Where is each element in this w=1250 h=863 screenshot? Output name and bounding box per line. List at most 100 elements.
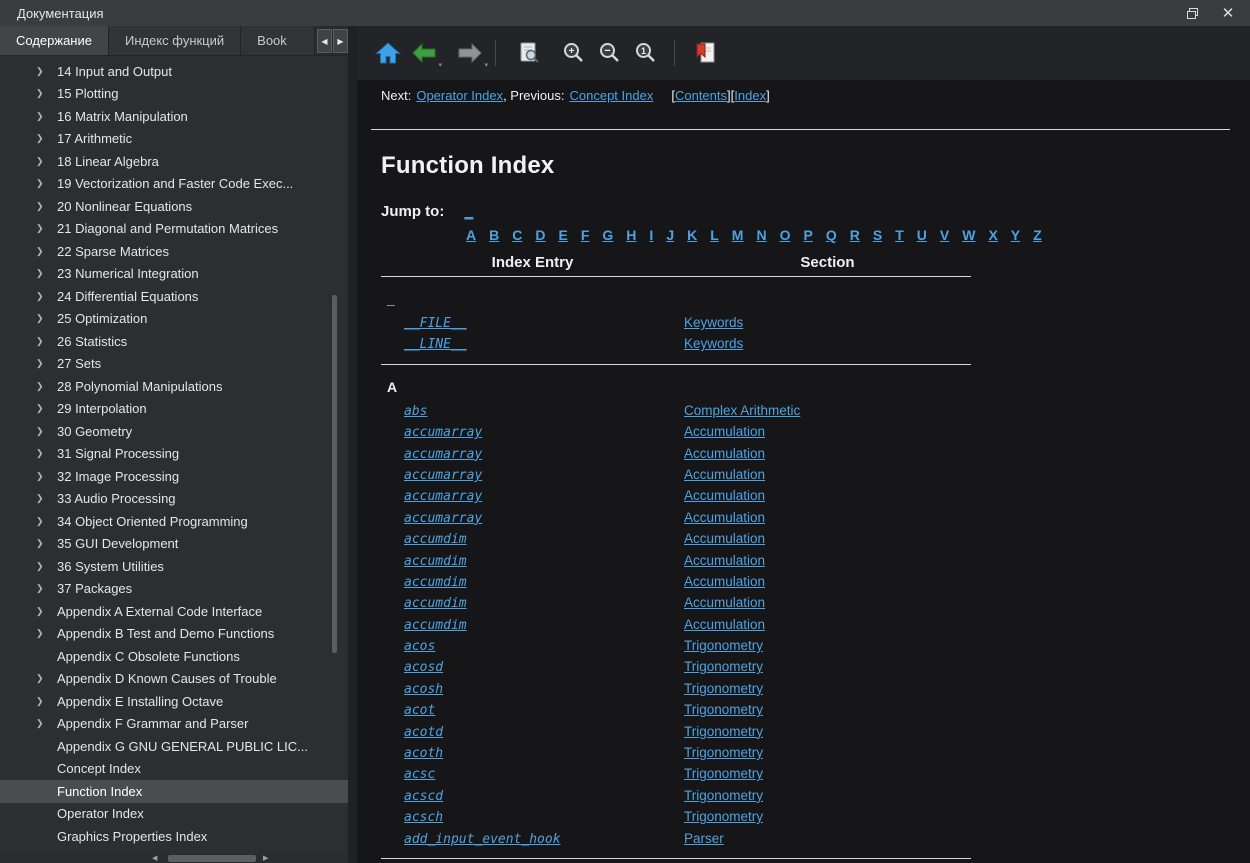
jump-letter-T[interactable]: T (895, 227, 904, 243)
index-entry-link[interactable]: accumarray (404, 489, 482, 504)
jump-letter-L[interactable]: L (710, 227, 719, 243)
jump-letter-J[interactable]: J (666, 227, 674, 243)
chevron-right-icon[interactable]: ❯ (36, 381, 57, 392)
splitter-handle[interactable] (348, 26, 357, 863)
sidebar-horizontal-scrollbar[interactable]: ◀ ▶ (0, 854, 348, 863)
section-link[interactable]: Accumulation (684, 553, 765, 568)
sidebar-item[interactable]: ❯18 Linear Algebra (0, 150, 348, 173)
jump-letter-E[interactable]: E (559, 227, 568, 243)
index-entry-link[interactable]: acsch (404, 810, 443, 825)
jump-letter-I[interactable]: I (649, 227, 653, 243)
sidebar-item[interactable]: ❯29 Interpolation (0, 398, 348, 421)
jump-letter-C[interactable]: C (512, 227, 522, 243)
jump-letter-O[interactable]: O (780, 227, 791, 243)
section-link[interactable]: Keywords (684, 336, 743, 351)
section-link[interactable]: Trigonometry (684, 702, 763, 717)
scroll-left-arrow-icon[interactable]: ◀ (152, 854, 157, 863)
section-link[interactable]: Accumulation (684, 617, 765, 632)
sidebar-item[interactable]: ❯34 Object Oriented Programming (0, 510, 348, 533)
index-link[interactable]: Index (734, 88, 766, 103)
sidebar-tree[interactable]: ❯14 Input and Output❯15 Plotting❯16 Matr… (0, 56, 348, 854)
sidebar-item[interactable]: ❯19 Vectorization and Faster Code Exec..… (0, 173, 348, 196)
chevron-right-icon[interactable]: ❯ (36, 201, 57, 212)
sidebar-item[interactable]: ❯37 Packages (0, 578, 348, 601)
index-entry-link[interactable]: accumdim (404, 618, 467, 633)
find-in-page-button[interactable] (514, 37, 544, 69)
sidebar-item[interactable]: ❯27 Sets (0, 353, 348, 376)
sidebar-item[interactable]: ❯30 Geometry (0, 420, 348, 443)
jump-letter-R[interactable]: R (850, 227, 860, 243)
chevron-right-icon[interactable]: ❯ (36, 291, 57, 302)
restore-window-button[interactable] (1184, 5, 1200, 21)
sidebar-item[interactable]: Graphics Properties Index (0, 825, 348, 848)
chevron-right-icon[interactable]: ❯ (36, 403, 57, 414)
jump-letter-G[interactable]: G (602, 227, 613, 243)
section-link[interactable]: Accumulation (684, 574, 765, 589)
sidebar-item[interactable]: ❯Appendix D Known Causes of Trouble (0, 668, 348, 691)
sidebar-horizontal-scrollbar-thumb[interactable] (168, 855, 256, 862)
sidebar-item[interactable]: ❯21 Diagonal and Permutation Matrices (0, 218, 348, 241)
section-link[interactable]: Trigonometry (684, 681, 763, 696)
jump-letter-A[interactable]: A (466, 227, 476, 243)
index-entry-link[interactable]: add_input_event_hook (404, 832, 561, 847)
jump-letter-P[interactable]: P (803, 227, 812, 243)
jump-letter-Z[interactable]: Z (1033, 227, 1042, 243)
sidebar-item[interactable]: ❯31 Signal Processing (0, 443, 348, 466)
chevron-right-icon[interactable]: ❯ (36, 246, 57, 257)
chevron-right-icon[interactable]: ❯ (36, 133, 57, 144)
sidebar-item[interactable]: ❯25 Optimization (0, 308, 348, 331)
section-link[interactable]: Trigonometry (684, 638, 763, 653)
index-entry-link[interactable]: accumarray (404, 447, 482, 462)
jump-letter-B[interactable]: B (489, 227, 499, 243)
index-entry-link[interactable]: acosd (404, 660, 443, 675)
section-link[interactable]: Complex Arithmetic (684, 403, 800, 418)
tab-3[interactable]: Book (241, 26, 315, 55)
home-button[interactable] (373, 37, 403, 69)
chevron-right-icon[interactable]: ❯ (36, 606, 57, 617)
sidebar-item[interactable]: ❯Appendix A External Code Interface (0, 600, 348, 623)
index-entry-link[interactable]: accumdim (404, 554, 467, 569)
jump-letter-U[interactable]: U (917, 227, 927, 243)
sidebar-item[interactable]: ❯20 Nonlinear Equations (0, 195, 348, 218)
chevron-right-icon[interactable]: ❯ (36, 178, 57, 189)
chevron-right-icon[interactable]: ❯ (36, 313, 57, 324)
sidebar-item[interactable]: ❯26 Statistics (0, 330, 348, 353)
sidebar-item[interactable]: ❯33 Audio Processing (0, 488, 348, 511)
jump-letter-W[interactable]: W (962, 227, 975, 243)
chevron-right-icon[interactable]: ❯ (36, 88, 57, 99)
jump-letter-D[interactable]: D (535, 227, 545, 243)
section-link[interactable]: Accumulation (684, 595, 765, 610)
index-entry-link[interactable]: acscd (404, 789, 443, 804)
chevron-right-icon[interactable]: ❯ (36, 628, 57, 639)
index-entry-link[interactable]: acot (404, 703, 435, 718)
index-entry-link[interactable]: accumdim (404, 532, 467, 547)
chevron-right-icon[interactable]: ❯ (36, 696, 57, 707)
bookmark-button[interactable] (691, 37, 721, 69)
chevron-right-icon[interactable]: ❯ (36, 66, 57, 77)
tab-scroll-right-button[interactable]: ▶ (333, 29, 348, 53)
index-entry-link[interactable]: acosh (404, 682, 443, 697)
zoom-original-button[interactable]: 1 (630, 37, 660, 69)
jump-letter-underscore[interactable]: _ (464, 202, 473, 220)
sidebar-item[interactable]: Appendix C Obsolete Functions (0, 645, 348, 668)
sidebar-item[interactable]: ❯28 Polynomial Manipulations (0, 375, 348, 398)
section-link[interactable]: Trigonometry (684, 724, 763, 739)
chevron-right-icon[interactable]: ❯ (36, 673, 57, 684)
document-view[interactable]: Next:Operator Index, Previous:Concept In… (357, 80, 1250, 863)
previous-link[interactable]: Concept Index (570, 88, 654, 103)
jump-letter-Y[interactable]: Y (1011, 227, 1020, 243)
section-link[interactable]: Trigonometry (684, 809, 763, 824)
jump-letter-M[interactable]: M (732, 227, 744, 243)
jump-letter-Q[interactable]: Q (826, 227, 837, 243)
jump-letter-F[interactable]: F (581, 227, 590, 243)
section-link[interactable]: Accumulation (684, 488, 765, 503)
sidebar-item[interactable]: Function Index (0, 780, 348, 803)
back-history-caret-icon[interactable]: ▾ (438, 61, 442, 69)
sidebar-item[interactable]: ❯35 GUI Development (0, 533, 348, 556)
forward-button[interactable]: ▾ (455, 37, 485, 69)
chevron-right-icon[interactable]: ❯ (36, 538, 57, 549)
tab-1[interactable]: Содержание (0, 26, 109, 55)
chevron-right-icon[interactable]: ❯ (36, 426, 57, 437)
contents-link[interactable]: Contents (675, 88, 727, 103)
sidebar-item[interactable]: ❯36 System Utilities (0, 555, 348, 578)
